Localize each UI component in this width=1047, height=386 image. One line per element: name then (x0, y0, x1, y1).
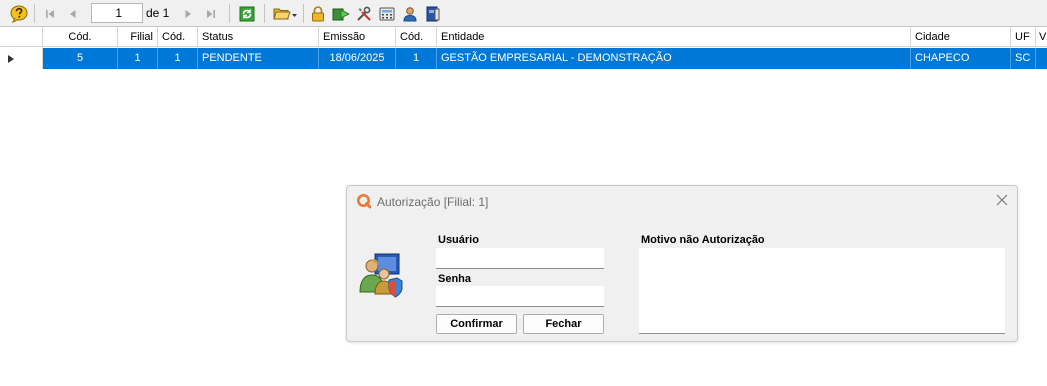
last-record-icon[interactable] (201, 4, 221, 23)
reason-label: Motivo não Autorização (641, 234, 765, 246)
calculator-icon[interactable] (377, 4, 397, 23)
grid-header: Cód. Filial Cód. Status Emissão Cód. Ent… (0, 27, 1047, 47)
reason-textarea[interactable] (639, 248, 1005, 334)
cell-truncated[interactable] (1036, 48, 1047, 69)
user-input[interactable] (436, 248, 604, 269)
record-count-label: de 1 (146, 6, 170, 20)
confirm-button[interactable]: Confirmar (436, 314, 517, 334)
cell-cidade[interactable]: CHAPECO (911, 48, 1011, 69)
header-status[interactable]: Status (198, 27, 319, 46)
help-icon[interactable] (9, 4, 29, 23)
cell-codigo-entidade[interactable]: 1 (396, 48, 437, 69)
cell-emissao[interactable]: 18/06/2025 (319, 48, 396, 69)
header-codigo[interactable]: Cód. (43, 27, 118, 46)
dialog-title: Autorização [Filial: 1] (377, 195, 489, 209)
tools-icon[interactable] (354, 4, 374, 23)
cell-entidade[interactable]: GESTÃO EMPRESARIAL - DEMONSTRAÇÃO (437, 48, 911, 69)
prev-record-icon[interactable] (63, 4, 83, 23)
next-record-icon[interactable] (178, 4, 198, 23)
cell-filial[interactable]: 1 (118, 48, 158, 69)
app-logo-icon (357, 194, 372, 209)
password-label: Senha (438, 273, 472, 285)
user-label: Usuário (438, 234, 479, 246)
row-pointer-icon (8, 55, 14, 63)
toolbar-separator (303, 4, 304, 23)
toolbar-separator (264, 4, 265, 23)
cell-codigo-status[interactable]: 1 (158, 48, 198, 69)
header-codigo-entidade[interactable]: Cód. (396, 27, 437, 46)
cell-uf[interactable]: SC (1011, 48, 1036, 69)
header-codigo-status[interactable]: Cód. (158, 27, 198, 46)
header-uf[interactable]: UF (1011, 27, 1036, 46)
cell-status[interactable]: PENDENTE (198, 48, 319, 69)
user-icon[interactable] (400, 4, 420, 23)
password-input[interactable] (436, 286, 604, 307)
open-folder-icon[interactable] (272, 4, 298, 23)
user-security-icon (359, 253, 403, 298)
table-row[interactable]: 5 1 1 PENDENTE 18/06/2025 1 GESTÃO EMPRE… (0, 48, 1047, 69)
header-truncated[interactable]: V (1036, 27, 1047, 46)
first-record-icon[interactable] (40, 4, 60, 23)
record-number-input[interactable] (91, 3, 143, 23)
lock-icon[interactable] (308, 4, 328, 23)
toolbar-separator (34, 4, 35, 23)
header-emissao[interactable]: Emissão (319, 27, 396, 46)
close-button[interactable]: Fechar (523, 314, 604, 334)
refresh-icon[interactable] (237, 4, 257, 23)
header-cidade[interactable]: Cidade (911, 27, 1011, 46)
toolbar-separator (229, 4, 230, 23)
book-icon[interactable] (423, 4, 443, 23)
execute-icon[interactable] (331, 4, 351, 23)
close-icon[interactable] (995, 193, 1009, 207)
header-filial[interactable]: Filial (118, 27, 158, 46)
header-entidade[interactable]: Entidade (437, 27, 911, 46)
row-indicator[interactable] (0, 48, 43, 69)
toolbar: de 1 (0, 0, 1047, 27)
cell-codigo[interactable]: 5 (43, 48, 118, 69)
header-indicator (0, 27, 43, 46)
authorization-dialog: Autorização [Filial: 1] Usuário Senha Co… (346, 185, 1018, 342)
